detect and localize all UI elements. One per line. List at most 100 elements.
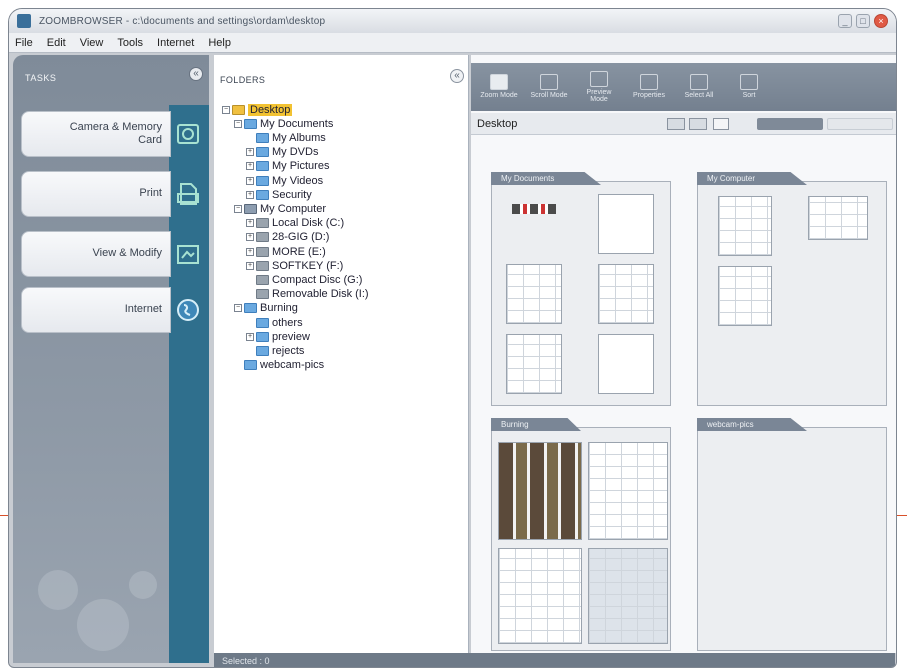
folder-tree-node[interactable]: + preview [246, 330, 310, 343]
sort-button[interactable]: Sort [729, 67, 769, 107]
folder-tree-node[interactable]: − My Documents [234, 117, 333, 130]
print-icon[interactable] [173, 177, 203, 211]
folder-tree-node[interactable]: webcam-pics [234, 359, 324, 372]
thumbnail[interactable] [588, 548, 668, 644]
zoom-out-button[interactable] [667, 118, 685, 130]
folder-tree-node[interactable]: + Local Disk (C:) [246, 217, 344, 230]
folder-card-my-documents[interactable]: My Documents [491, 172, 671, 406]
folder-tree-label: My DVDs [272, 146, 319, 159]
folder-tree-node[interactable]: others [246, 316, 303, 329]
camera-icon[interactable] [173, 117, 203, 151]
zoom-mode-icon [490, 74, 508, 91]
expand-toggle-icon[interactable]: + [246, 176, 254, 185]
folder-card-tab: webcam-pics [697, 418, 807, 431]
expand-toggle-icon[interactable]: + [246, 247, 254, 256]
folder-tree-node[interactable]: + My DVDs [246, 146, 318, 159]
folder-icon [256, 331, 269, 342]
thumbnail[interactable] [808, 196, 868, 240]
menu-edit[interactable]: Edit [47, 37, 66, 49]
task-view-modify[interactable]: View & Modify [21, 231, 171, 277]
folder-card-my-computer[interactable]: My Computer [697, 172, 887, 406]
folder-icon [232, 104, 245, 115]
zoom-in-button[interactable] [689, 118, 707, 130]
folder-icon [256, 189, 269, 200]
task-print[interactable]: Print [21, 171, 171, 217]
preview-mode-button[interactable]: Preview Mode [579, 67, 619, 107]
task-camera-memory-card[interactable]: Camera & Memory Card [21, 111, 171, 157]
folder-tree-node[interactable]: + My Pictures [246, 160, 329, 173]
current-location: Desktop [477, 117, 518, 130]
folder-tree-node[interactable]: + MORE (E:) [246, 245, 326, 258]
properties-button[interactable]: Properties [629, 67, 669, 107]
folder-tree-node[interactable]: Removable Disk (I:) [246, 288, 369, 301]
thumbnail[interactable] [498, 442, 582, 540]
folder-tree-node[interactable]: My Albums [246, 131, 326, 144]
thumbnail[interactable] [506, 334, 562, 394]
expand-toggle-icon[interactable]: + [246, 162, 254, 171]
zoom-mode-button[interactable]: Zoom Mode [479, 67, 519, 107]
internet-icon[interactable] [173, 293, 203, 327]
menu-bar: File Edit View Tools Internet Help [9, 33, 896, 53]
expand-toggle-icon[interactable]: + [246, 148, 254, 157]
folder-tree-node[interactable]: − Burning [234, 302, 298, 315]
folders-collapse-button[interactable]: « [450, 69, 464, 83]
folder-card-burning[interactable]: Burning [491, 418, 671, 651]
drive-icon [256, 260, 269, 271]
thumbnail[interactable] [506, 196, 562, 236]
folder-card-webcam-pics[interactable]: webcam-pics [697, 418, 887, 651]
expand-toggle-icon[interactable]: + [246, 219, 254, 228]
folder-tree-label: My Documents [260, 117, 334, 130]
app-icon [17, 14, 31, 28]
collapse-toggle-icon[interactable]: − [234, 304, 242, 313]
minimize-button[interactable]: _ [838, 14, 852, 28]
scroll-mode-icon [540, 74, 558, 91]
expand-toggle-icon[interactable]: + [246, 190, 254, 199]
folder-tree-node[interactable]: Compact Disc (G:) [246, 273, 362, 286]
close-button[interactable]: × [874, 14, 888, 28]
folder-tree-node[interactable]: + Security [246, 188, 312, 201]
folder-icon [256, 317, 269, 328]
decorative-bubbles [38, 570, 157, 651]
expand-toggle-icon[interactable]: + [246, 233, 254, 242]
menu-help[interactable]: Help [208, 37, 231, 49]
menu-view[interactable]: View [80, 37, 104, 49]
title-bar[interactable]: ZOOMBROWSER - c:\documents and settings\… [9, 9, 896, 33]
expand-toggle-icon[interactable]: + [246, 261, 254, 270]
folder-tree-node[interactable]: + SOFTKEY (F:) [246, 259, 343, 272]
menu-tools[interactable]: Tools [117, 37, 143, 49]
thumbnail[interactable] [506, 264, 562, 324]
collapse-toggle-icon[interactable]: − [222, 105, 230, 114]
collapse-toggle-icon[interactable]: − [234, 119, 242, 128]
zoom-field[interactable] [827, 118, 893, 130]
app-window: ZOOMBROWSER - c:\documents and settings\… [8, 8, 897, 668]
thumbnail[interactable] [718, 266, 772, 326]
window-title: ZOOMBROWSER - c:\documents and settings\… [39, 15, 326, 27]
scroll-mode-button[interactable]: Scroll Mode [529, 67, 569, 107]
collapse-toggle-icon[interactable]: − [234, 204, 242, 213]
menu-file[interactable]: File [15, 37, 33, 49]
thumbnail[interactable] [598, 334, 654, 394]
zoom-slider[interactable] [757, 118, 823, 130]
folder-tree-node[interactable]: − My Computer [234, 202, 326, 215]
task-internet[interactable]: Internet [21, 287, 171, 333]
folder-tree-node[interactable]: +28-GIG (D:) [246, 231, 329, 244]
folder-tree-node[interactable]: + My Videos [246, 174, 323, 187]
folder-tree-node[interactable]: − Desktop [222, 103, 293, 116]
thumbnail[interactable] [588, 442, 668, 540]
folder-tree-node[interactable]: rejects [246, 344, 304, 357]
thumbnail[interactable] [498, 548, 582, 644]
thumbnail[interactable] [718, 196, 772, 256]
thumbnail[interactable] [598, 194, 654, 254]
zoom-reset-button[interactable] [713, 118, 729, 130]
thumbnail[interactable] [598, 264, 654, 324]
menu-internet[interactable]: Internet [157, 37, 194, 49]
tasks-collapse-button[interactable]: « [189, 67, 203, 81]
select-all-button[interactable]: Select All [679, 67, 719, 107]
expand-toggle-icon[interactable]: + [246, 332, 254, 341]
drive-icon [256, 289, 269, 300]
folder-tree-label: My Computer [260, 202, 327, 215]
folder-icon [256, 147, 269, 158]
maximize-button[interactable]: □ [856, 14, 870, 28]
view-modify-icon[interactable] [173, 237, 203, 271]
sort-icon [740, 74, 758, 91]
